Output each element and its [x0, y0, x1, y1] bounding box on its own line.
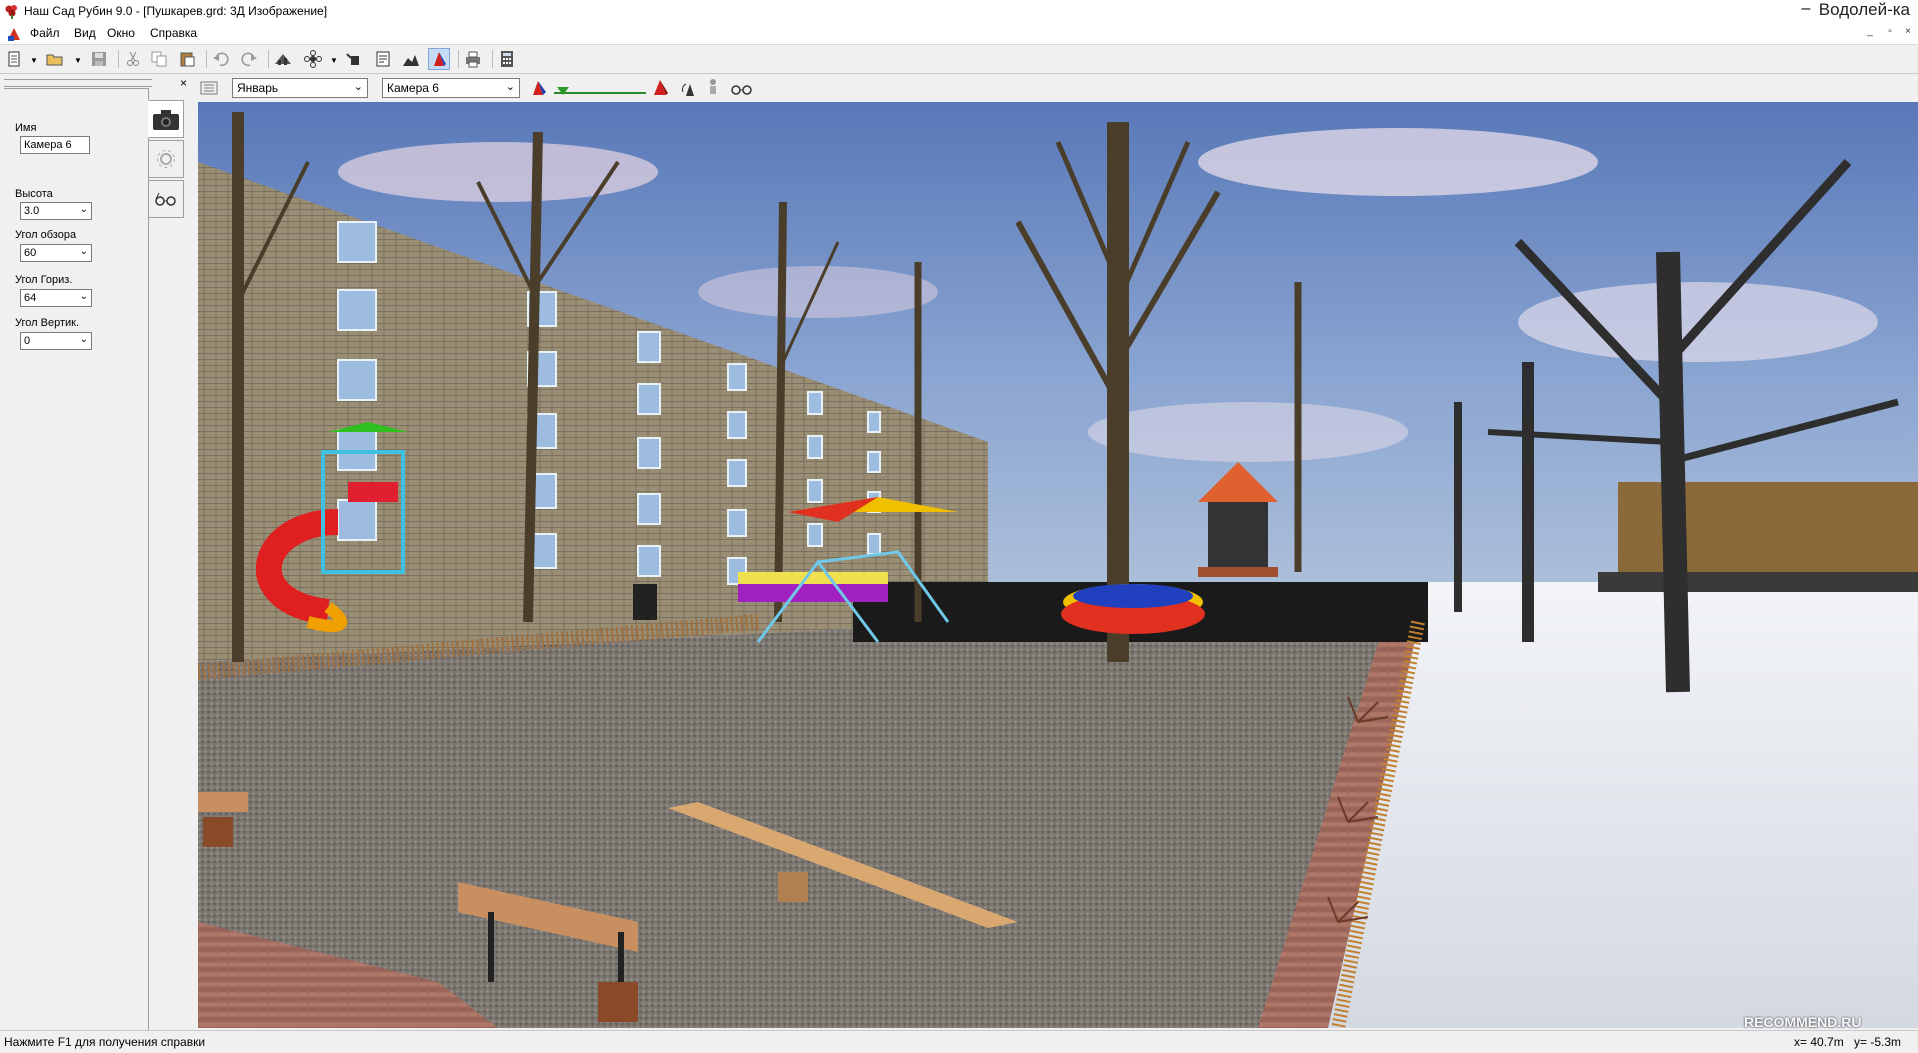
chevron-down-icon: ⌄ — [79, 204, 88, 215]
copy-icon[interactable] — [148, 48, 170, 70]
camera-name-field[interactable]: Камера 6 — [20, 136, 90, 154]
garden-plan-icon[interactable] — [272, 48, 294, 70]
chevron-down-icon: ⌄ — [353, 81, 363, 93]
open-folder-icon[interactable] — [44, 48, 66, 70]
chevron-down-icon: ⌄ — [79, 291, 88, 302]
menu-help[interactable]: Справка — [148, 26, 199, 40]
main-toolbar: ▼ ▼ ▼ — [0, 45, 1918, 74]
view-toolbar: Январь ⌄ Камера 6 ⌄ — [196, 74, 1918, 102]
camera-select[interactable]: Камера 6 ⌄ — [382, 78, 520, 98]
perspective-high-icon[interactable] — [650, 78, 670, 98]
mdi-restore-button[interactable]: ▫ — [1882, 26, 1898, 37]
paste-icon[interactable] — [176, 48, 198, 70]
menu-file[interactable]: Файл — [28, 26, 62, 40]
panel-grip[interactable] — [4, 79, 152, 87]
name-label: Имя — [15, 122, 37, 134]
save-icon[interactable] — [88, 48, 110, 70]
new-document-icon[interactable] — [4, 48, 26, 70]
status-x-coordinate: x= 40.7m — [1794, 1035, 1844, 1049]
3d-view-icon[interactable] — [428, 48, 450, 70]
horizontal-angle-select[interactable]: 64 ⌄ — [20, 289, 92, 307]
close-icon[interactable]: × — [180, 76, 187, 90]
menu-view[interactable]: Вид — [72, 26, 98, 40]
notes-icon[interactable] — [372, 48, 394, 70]
undo-icon[interactable] — [210, 48, 232, 70]
height-value: 3.0 — [24, 205, 40, 217]
vertical-angle-label: Угол Вертик. — [15, 317, 79, 329]
app-logo-icon — [5, 5, 17, 19]
menu-bar: Файл Вид Окно Справка _ ▫ × — [0, 24, 1918, 45]
camera-value: Камера 6 — [387, 81, 439, 95]
horizontal-angle-value: 64 — [24, 292, 37, 304]
chevron-down-icon[interactable]: ▼ — [330, 56, 338, 65]
watermark: RECOMMEND.RU — [1744, 1014, 1862, 1030]
height-select[interactable]: 3.0 ⌄ — [20, 202, 92, 220]
perspective-low-icon[interactable] — [532, 78, 552, 98]
garden-3d-scene[interactable] — [198, 102, 1918, 1028]
status-y-coordinate: y= -5.3m — [1854, 1035, 1902, 1049]
chevron-down-icon: ⌄ — [505, 81, 515, 93]
document-icon[interactable] — [6, 26, 22, 42]
horizontal-angle-label: Угол Гориз. — [15, 274, 73, 286]
window-title: Наш Сад Рубин 9.0 - [Пушкарев.grd: 3Д Из… — [24, 4, 328, 18]
walk-icon[interactable] — [702, 78, 724, 98]
rotate-left-icon[interactable] — [680, 80, 700, 98]
watering-can-icon[interactable] — [344, 48, 366, 70]
status-bar: Нажмите F1 для получения справки x= 40.7… — [0, 1030, 1918, 1053]
vertical-angle-value: 0 — [24, 335, 31, 347]
zoom-slider-thumb[interactable] — [556, 86, 570, 96]
print-icon[interactable] — [462, 48, 484, 70]
tab-sun-settings[interactable] — [148, 140, 184, 178]
chevron-down-icon: ⌄ — [79, 246, 88, 257]
status-help-text: Нажмите F1 для получения справки — [4, 1035, 206, 1049]
menu-window[interactable]: Окно — [105, 26, 137, 40]
redo-icon[interactable] — [238, 48, 260, 70]
minimize-button[interactable]: – — [1796, 1, 1816, 20]
title-bar: Наш Сад Рубин 9.0 - [Пушкарев.grd: 3Д Из… — [0, 0, 1918, 24]
glasses-icon — [155, 192, 176, 206]
fov-select[interactable]: 60 ⌄ — [20, 244, 92, 262]
grip-icon[interactable] — [200, 80, 218, 96]
camera-properties-panel: × Имя Камера 6 Высота 3.0 ⌄ Угол обзора … — [0, 74, 187, 1048]
terrain-icon[interactable] — [400, 48, 422, 70]
height-label: Высота — [15, 188, 53, 200]
sun-settings-icon — [157, 150, 175, 168]
month-value: Январь — [237, 81, 279, 95]
month-select[interactable]: Январь ⌄ — [232, 78, 368, 98]
glasses-icon[interactable] — [730, 80, 754, 96]
chevron-down-icon: ⌄ — [79, 334, 88, 345]
mdi-minimize-button[interactable]: _ — [1862, 26, 1878, 37]
chevron-down-icon[interactable]: ▼ — [74, 56, 82, 65]
camera-icon — [153, 110, 179, 130]
flower-library-icon[interactable] — [302, 48, 324, 70]
tab-camera[interactable] — [148, 100, 184, 138]
tab-glasses[interactable] — [148, 180, 184, 218]
fov-label: Угол обзора — [15, 229, 77, 241]
fov-value: 60 — [24, 247, 37, 259]
3d-viewport[interactable] — [198, 102, 1918, 1028]
calculator-icon[interactable] — [496, 48, 518, 70]
cut-icon[interactable] — [122, 48, 144, 70]
mdi-close-button[interactable]: × — [1900, 26, 1916, 37]
chevron-down-icon[interactable]: ▼ — [30, 56, 38, 65]
user-name-label: Водолей-ка — [1818, 0, 1910, 19]
vertical-angle-select[interactable]: 0 ⌄ — [20, 332, 92, 350]
